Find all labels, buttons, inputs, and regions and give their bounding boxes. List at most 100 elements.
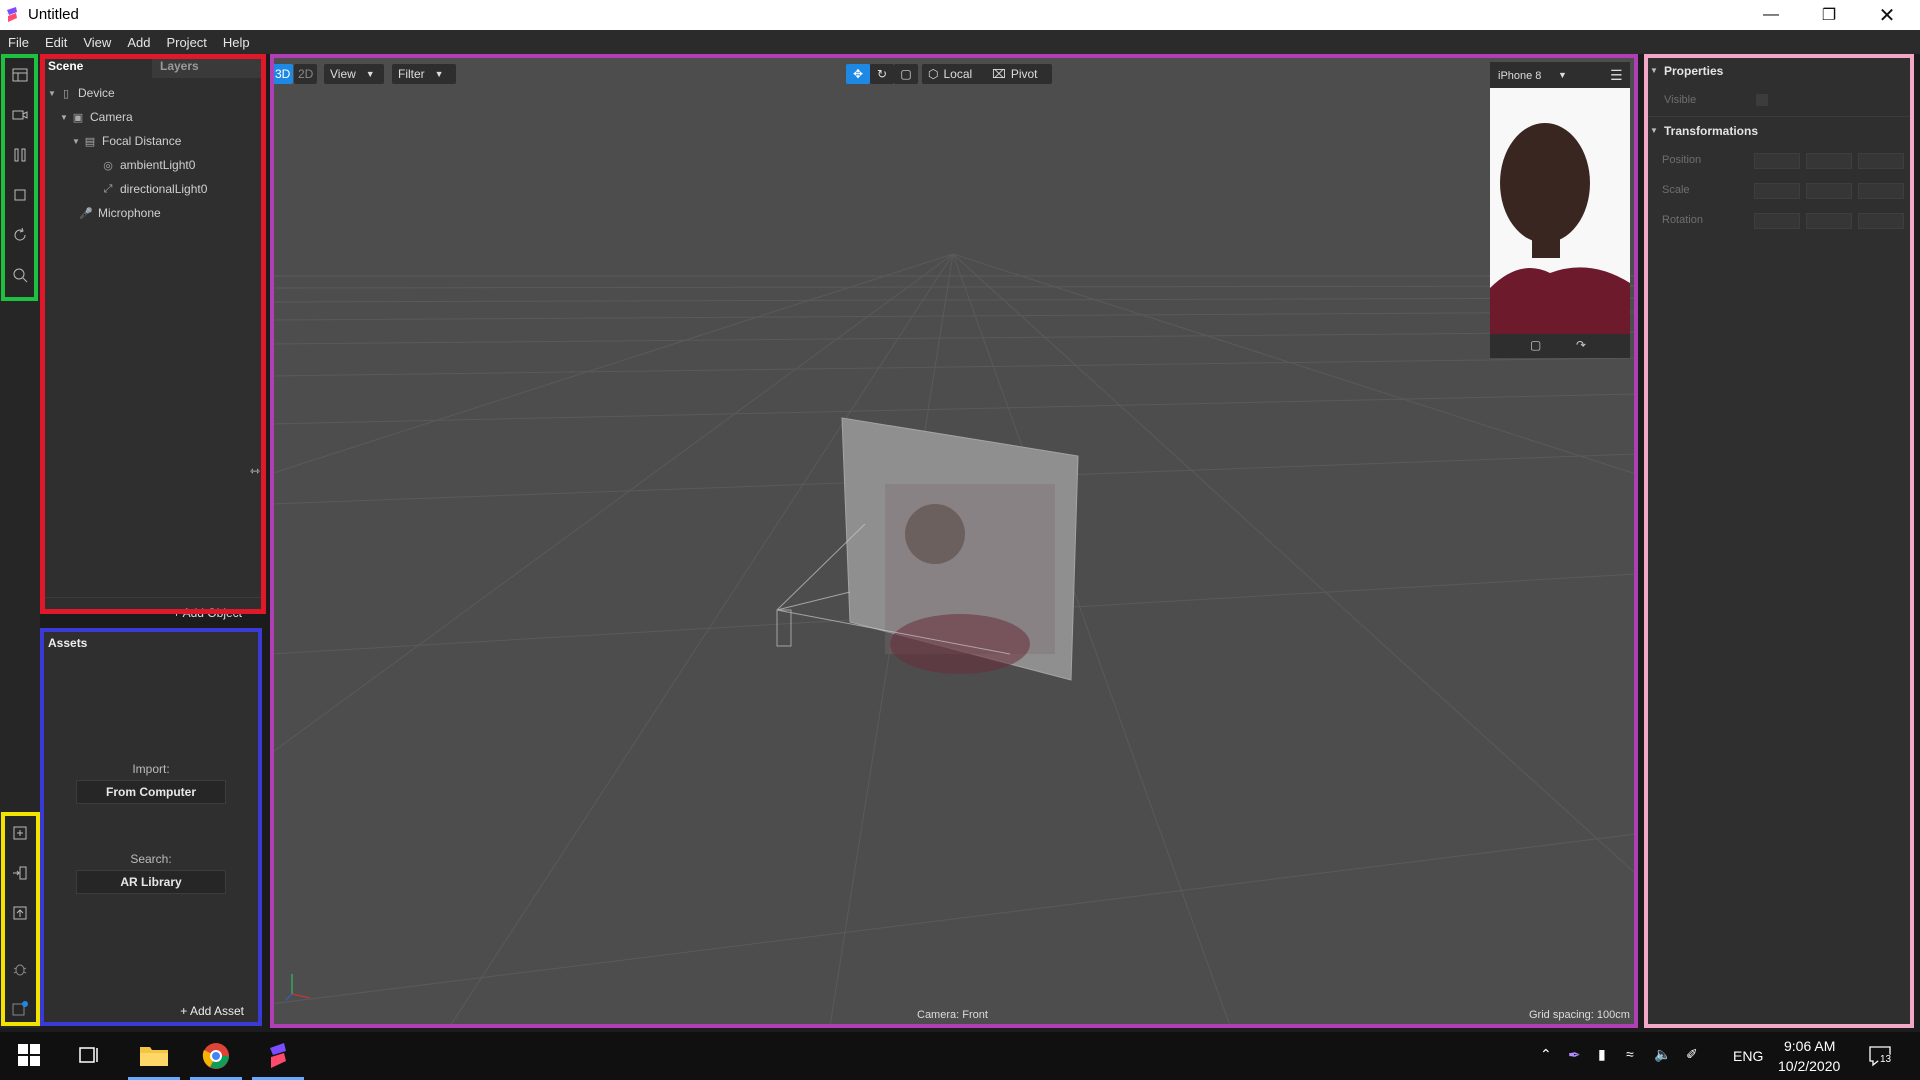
expand-arrow-icon[interactable]: ▼ [60, 113, 70, 122]
collapse-arrow-icon[interactable]: ▼ [1650, 66, 1658, 75]
view-dropdown-label: View [330, 67, 356, 81]
notifications-panel-icon[interactable] [11, 1000, 29, 1018]
action-center-icon[interactable]: 13 [1868, 1044, 1894, 1068]
language-indicator[interactable]: ENG [1733, 1048, 1763, 1064]
divider [1646, 116, 1912, 117]
properties-panel: ▼ Properties Visible ▼ Transformations P… [1646, 54, 1912, 1026]
file-explorer-taskbar-button[interactable] [128, 1032, 180, 1080]
hamburger-menu-icon[interactable]: ☰ [1610, 67, 1623, 84]
expand-arrow-icon[interactable]: ▼ [72, 137, 82, 146]
divider [40, 597, 264, 598]
scale-tool-icon[interactable]: ▢ [894, 64, 918, 84]
position-z-field[interactable] [1858, 153, 1904, 169]
expand-arrow-icon[interactable]: ▼ [48, 89, 58, 98]
mode-2d-button[interactable]: 2D [294, 64, 318, 84]
mode-3d-button[interactable]: 3D [272, 64, 294, 84]
chevron-up-icon[interactable]: ⌃ [1540, 1046, 1552, 1063]
search-label: Search: [130, 852, 172, 866]
visible-checkbox[interactable] [1756, 94, 1768, 106]
windows-ink-icon[interactable]: ✐ [1686, 1046, 1698, 1063]
scene-panel-tabs: Scene Layers [40, 54, 264, 78]
chrome-taskbar-button[interactable] [190, 1032, 242, 1080]
windows-start-icon[interactable] [18, 1044, 40, 1069]
notification-count: 13 [1878, 1054, 1894, 1065]
move-tool-icon[interactable]: ✥ [846, 64, 870, 84]
from-computer-button[interactable]: From Computer [76, 780, 226, 804]
tree-item-microphone[interactable]: 🎤 Microphone [78, 202, 161, 224]
wifi-icon[interactable]: ≈ [1626, 1046, 1634, 1062]
device-select-label[interactable]: iPhone 8 [1498, 70, 1541, 82]
battery-icon[interactable]: ▮ [1598, 1046, 1606, 1063]
add-file-icon[interactable] [11, 824, 29, 842]
scale-x-field[interactable] [1754, 183, 1800, 199]
pivot-toggle[interactable]: ⌧ Pivot [986, 64, 1052, 84]
video-icon[interactable] [11, 106, 29, 124]
search-icon[interactable] [11, 266, 29, 284]
tree-item-label: Camera [90, 110, 133, 124]
device-preview [1490, 88, 1630, 338]
layout-icon[interactable] [11, 66, 29, 84]
refresh-icon[interactable] [11, 226, 29, 244]
tab-scene[interactable]: Scene [40, 54, 152, 78]
chrome-icon [202, 1043, 229, 1069]
camera-label: Camera: Front [917, 1009, 988, 1021]
stop-icon[interactable] [11, 186, 29, 204]
tree-item-directional-light[interactable]: ⤢ directionalLight0 [100, 178, 208, 200]
filter-dropdown[interactable]: Filter ▼ [392, 64, 456, 84]
volume-icon[interactable]: 🔈 [1654, 1046, 1671, 1063]
collapse-arrow-icon[interactable]: ▼ [1650, 126, 1658, 135]
focal-distance-icon: ▤ [84, 135, 96, 148]
tree-item-ambient-light[interactable]: ◎ ambientLight0 [100, 154, 195, 176]
chevron-down-icon: ▼ [365, 69, 375, 79]
ambient-light-icon: ◎ [103, 159, 113, 172]
clock-date[interactable]: 10/2/2020 [1778, 1058, 1840, 1074]
menu-edit[interactable]: Edit [37, 35, 75, 50]
face-preview-image [1490, 88, 1630, 338]
menu-help[interactable]: Help [215, 35, 258, 50]
camera-switch-icon[interactable]: ▢ [1530, 338, 1541, 352]
menu-add[interactable]: Add [119, 35, 158, 50]
tab-layers[interactable]: Layers [152, 54, 264, 78]
tree-item-device[interactable]: ▼ ▯ Device [48, 82, 115, 104]
pause-icon[interactable] [11, 146, 29, 164]
restore-button[interactable]: ❐ [1800, 0, 1858, 30]
viewport[interactable]: 3D 2D View ▼ Filter ▼ ✥ ↻ ▢ ⬡ Local ⌧ Pi… [270, 54, 1636, 1026]
add-object-button[interactable]: + Add Object [173, 606, 242, 620]
spark-ar-taskbar-button[interactable] [252, 1032, 304, 1080]
position-y-field[interactable] [1806, 153, 1852, 169]
upload-icon[interactable] [11, 904, 29, 922]
rotation-y-field[interactable] [1806, 213, 1852, 229]
ar-library-button[interactable]: AR Library [76, 870, 226, 894]
spark-ar-logo-icon [270, 1043, 286, 1068]
close-button[interactable]: ✕ [1858, 0, 1916, 30]
menu-file[interactable]: File [0, 35, 37, 50]
scale-y-field[interactable] [1806, 183, 1852, 199]
position-label: Position [1662, 154, 1702, 166]
scale-z-field[interactable] [1858, 183, 1904, 199]
import-label: Import: [132, 762, 170, 776]
rotation-z-field[interactable] [1858, 213, 1904, 229]
tree-item-focal-distance[interactable]: ▼ ▤ Focal Distance [72, 130, 181, 152]
menu-project[interactable]: Project [158, 35, 214, 50]
chevron-down-icon[interactable]: ▼ [1558, 70, 1567, 80]
view-dropdown[interactable]: View ▼ [324, 64, 384, 84]
position-x-field[interactable] [1754, 153, 1800, 169]
visible-label: Visible [1664, 94, 1697, 106]
minimize-button[interactable]: — [1742, 0, 1800, 30]
send-to-device-icon[interactable] [11, 864, 29, 882]
bug-icon[interactable] [11, 960, 29, 978]
local-toggle[interactable]: ⬡ Local [922, 64, 988, 84]
pen-icon[interactable]: ✒ [1568, 1046, 1581, 1064]
task-view-icon[interactable] [78, 1044, 100, 1069]
add-asset-button[interactable]: + Add Asset [180, 1004, 244, 1018]
device-icon: ▯ [62, 87, 70, 100]
chevron-down-icon: ▼ [434, 69, 444, 79]
menu-view[interactable]: View [75, 35, 119, 50]
rotate-tool-icon[interactable]: ↻ [870, 64, 894, 84]
clock-time[interactable]: 9:06 AM [1784, 1038, 1835, 1054]
rotation-x-field[interactable] [1754, 213, 1800, 229]
rotate-device-icon[interactable]: ↷ [1576, 338, 1586, 352]
properties-title: Properties [1664, 64, 1724, 78]
tree-item-camera[interactable]: ▼ ▣ Camera [60, 106, 133, 128]
directional-light-icon: ⤢ [103, 182, 113, 195]
